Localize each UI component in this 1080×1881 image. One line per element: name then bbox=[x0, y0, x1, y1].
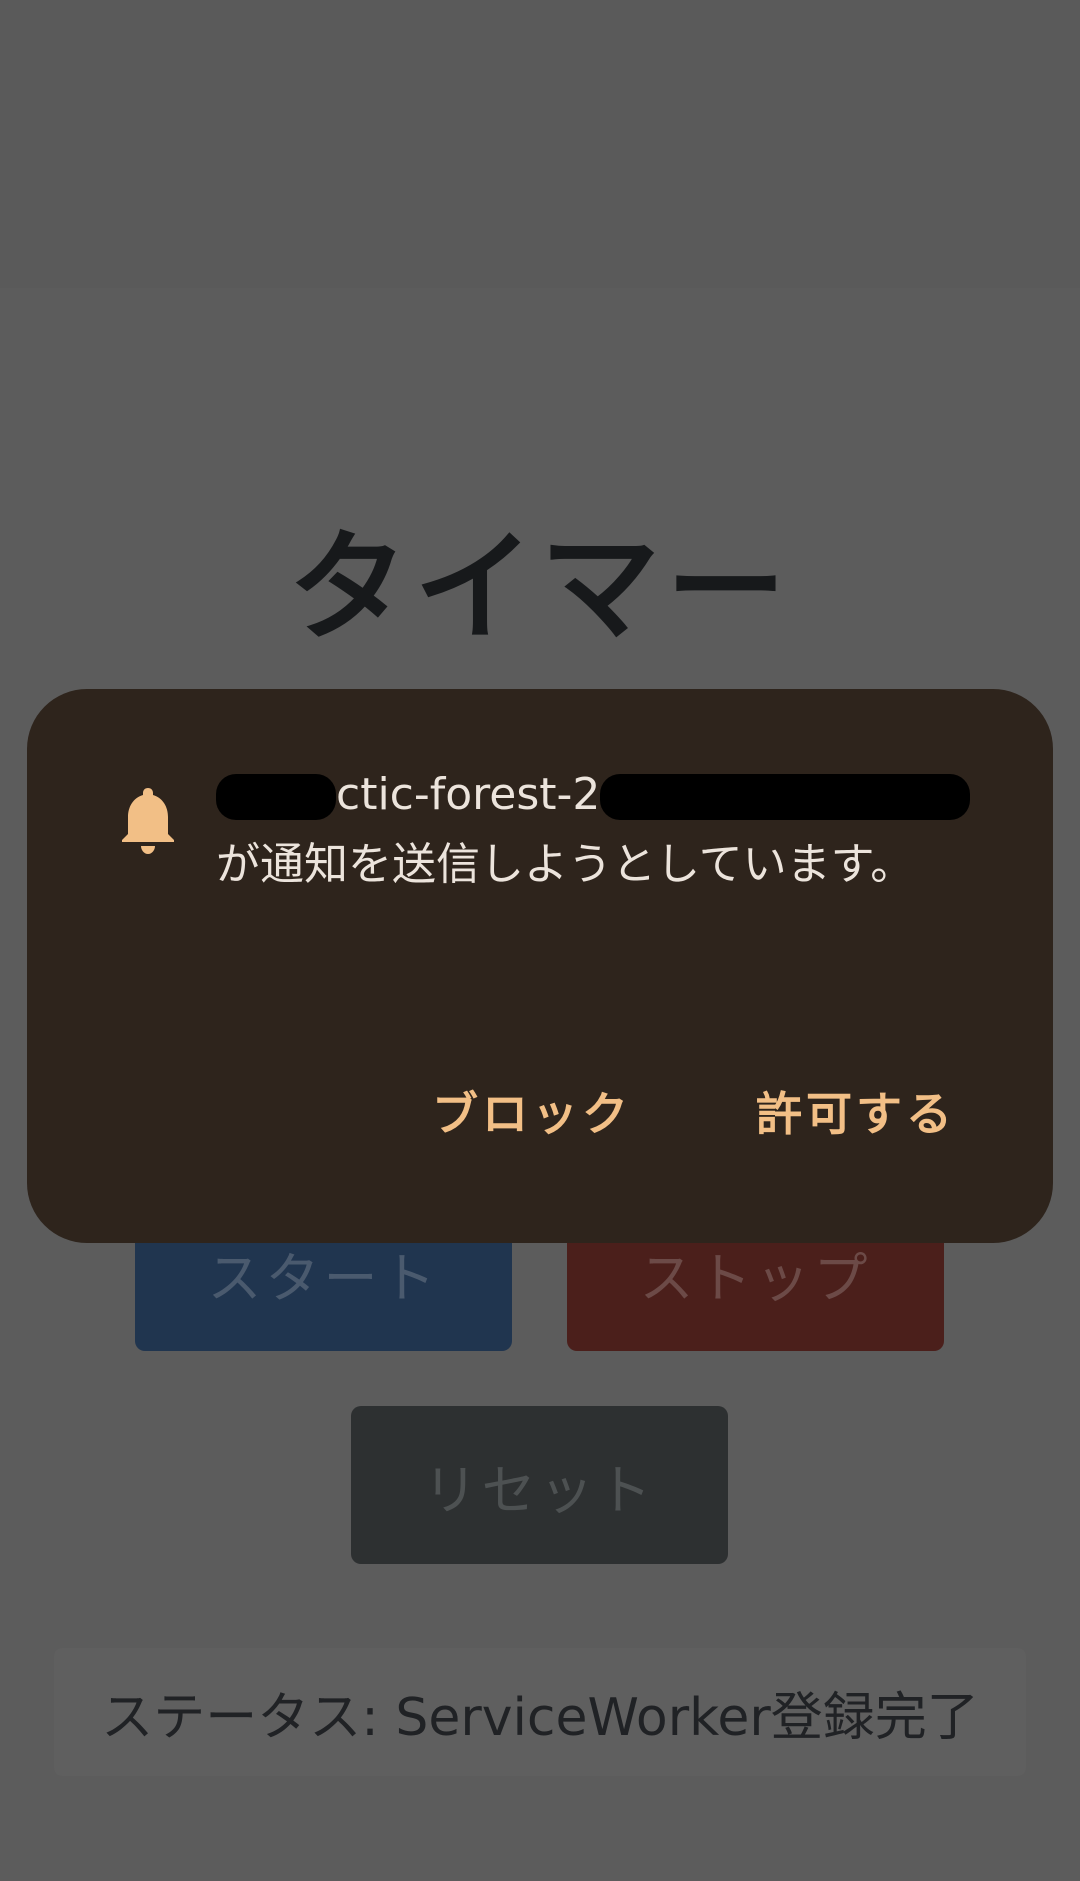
top-bar bbox=[0, 0, 1080, 288]
status-text: ステータス: ServiceWorker登録完了 bbox=[101, 1687, 979, 1748]
redaction-mark bbox=[216, 774, 336, 820]
site-name-fragment: ctic-forest-2 bbox=[336, 769, 601, 820]
status-box: ステータス: ServiceWorker登録完了 bbox=[54, 1648, 1026, 1776]
page: タイマー スタート ストップ リセット ステータス: ServiceWorker… bbox=[0, 0, 1080, 1881]
dialog-message-block: ctic-forest-2 が通知を送信しようとしています。 bbox=[216, 760, 996, 900]
page-title: タイマー bbox=[288, 519, 792, 658]
dialog-message: が通知を送信しようとしています。 bbox=[216, 839, 915, 890]
redaction-mark bbox=[600, 774, 971, 820]
dialog-site-line: ctic-forest-2 bbox=[216, 760, 996, 830]
block-button[interactable]: ブロック bbox=[432, 1078, 632, 1144]
bell-icon bbox=[122, 788, 174, 854]
reset-button[interactable]: リセット bbox=[351, 1406, 728, 1564]
allow-button[interactable]: 許可する bbox=[756, 1078, 956, 1144]
